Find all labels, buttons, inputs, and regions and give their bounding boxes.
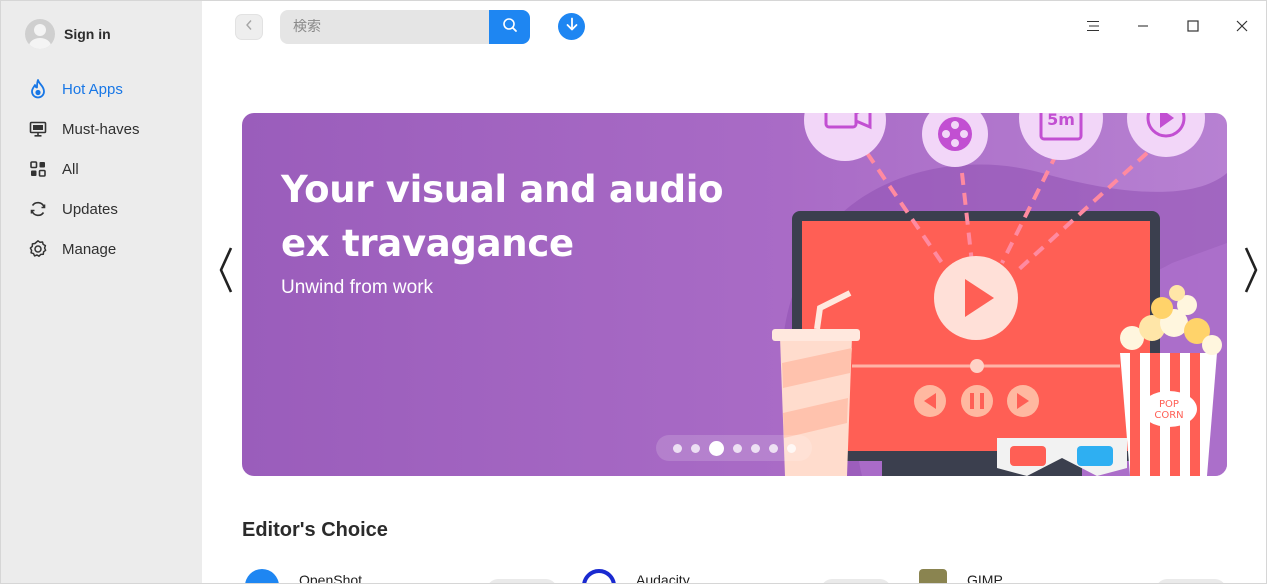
sidebar-item-must-haves[interactable]: Must-haves [1,109,202,149]
back-button[interactable] [235,14,263,40]
sidebar-item-manage[interactable]: Manage [1,229,202,269]
banner-subtitle: Unwind from work [281,277,434,298]
grid-icon [28,159,48,179]
sidebar-item-label: Manage [62,240,117,258]
carousel-dot[interactable] [672,443,682,453]
search-input[interactable] [293,19,473,35]
svg-text:CORN: CORN [1154,410,1183,421]
sidebar-item-label: Hot Apps [62,80,123,98]
app-card-openshot[interactable]: OpenShot [245,569,363,584]
banner-title: Your visual and audio ex travagance [281,168,724,265]
chevron-left-icon [218,246,234,299]
sidebar: Sign in Hot Apps Must-haves All Updates … [1,1,202,583]
gimp-icon [919,569,947,583]
download-arrow-icon [565,17,579,37]
chevron-right-icon [1243,246,1259,299]
banner-next-button[interactable] [1241,246,1261,298]
close-button[interactable] [1227,13,1257,43]
maximize-icon [1187,19,1199,37]
maximize-button[interactable] [1178,13,1208,43]
app-name: GIMP [967,572,1003,584]
carousel-dot[interactable] [786,443,796,453]
download-button[interactable] [558,13,585,40]
app-name: OpenShot [299,572,363,584]
minimize-icon [1137,19,1149,37]
svg-text:POP: POP [1159,399,1179,410]
install-button[interactable] [487,579,557,583]
install-button[interactable] [1156,579,1226,583]
sidebar-item-all[interactable]: All [1,149,202,189]
flame-icon [28,79,48,99]
search-button[interactable] [489,10,530,44]
search-icon [502,17,518,38]
app-card-audacity[interactable]: Audacity [582,569,690,584]
featured-banner[interactable]: 5m POP CORN Your visual and audio ex tra… [242,113,1227,476]
sidebar-item-label: All [62,160,79,178]
banner-prev-button[interactable] [216,246,236,298]
section-title-editors-choice: Editor's Choice [242,519,388,541]
sign-in-label: Sign in [64,26,111,42]
menu-icon [1086,19,1100,37]
sidebar-item-label: Updates [62,200,118,218]
refresh-icon [28,199,48,219]
app-window: Sign in Hot Apps Must-haves All Updates … [0,0,1267,584]
sidebar-item-label: Must-haves [62,120,140,138]
sidebar-nav: Hot Apps Must-haves All Updates Manage [1,69,202,269]
carousel-dot[interactable] [690,443,700,453]
carousel-dot[interactable] [750,443,760,453]
app-card-gimp[interactable]: GIMP [919,569,1003,584]
sidebar-item-updates[interactable]: Updates [1,189,202,229]
gear-icon [28,239,48,259]
monitor-icon [28,119,48,139]
chevron-left-icon [245,18,253,36]
app-name: Audacity [636,572,690,584]
carousel-pagination [656,435,812,461]
sidebar-item-hot-apps[interactable]: Hot Apps [1,69,202,109]
duration-label: 5m [1047,113,1075,129]
carousel-dot[interactable] [732,443,742,453]
install-button[interactable] [821,579,891,583]
openshot-icon [245,569,279,583]
carousel-dot[interactable] [768,443,778,453]
minimize-button[interactable] [1128,13,1158,43]
avatar [25,19,55,49]
search-box [280,10,490,44]
close-icon [1236,19,1248,37]
menu-button[interactable] [1078,13,1108,43]
sign-in-button[interactable]: Sign in [25,19,111,49]
carousel-dot-active[interactable] [708,440,724,456]
audacity-icon [582,569,616,583]
